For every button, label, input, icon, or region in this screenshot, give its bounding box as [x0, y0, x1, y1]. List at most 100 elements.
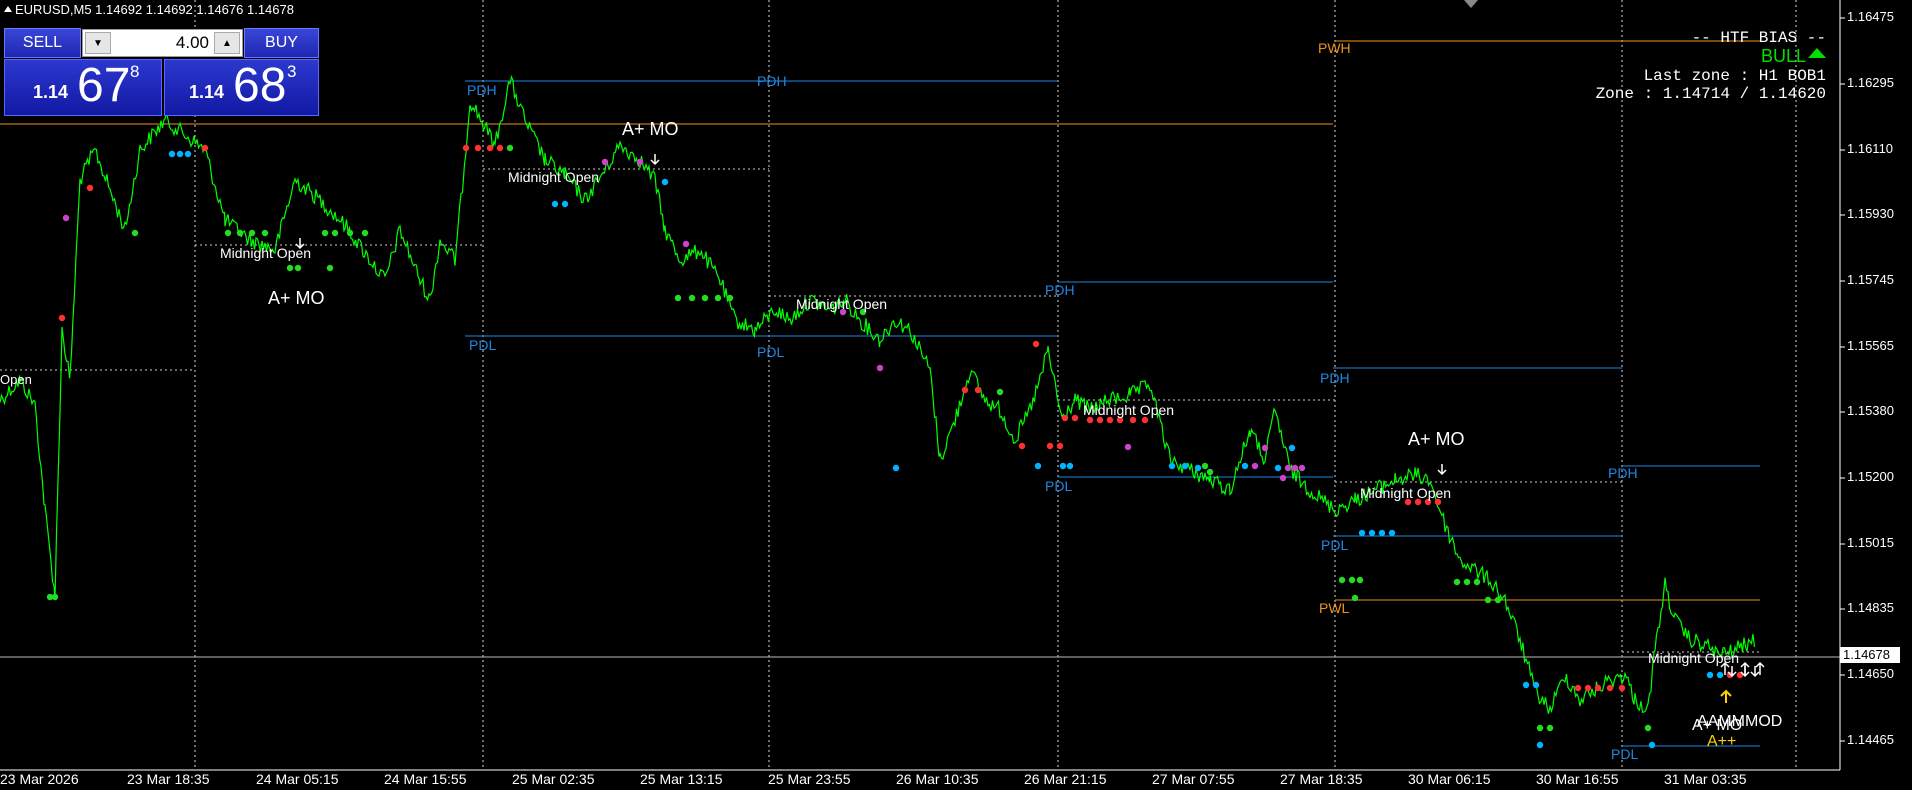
signal-dot	[714, 294, 722, 302]
signal-dot	[1532, 681, 1540, 689]
time-label: 27 Mar 07:55	[1152, 771, 1235, 787]
htf-bias-title: -- HTF BIAS --	[1691, 29, 1826, 47]
htf-last-zone: Last zone : H1 BOB1	[1643, 67, 1826, 85]
signal-dot	[996, 388, 1004, 396]
one-click-trading-panel: SELL ▼ ▲ BUY 1.14 67 8 1.14 68 3	[4, 28, 319, 118]
price-chart[interactable]	[0, 0, 1912, 790]
signal-dot	[361, 229, 369, 237]
pdl-label: PDL	[469, 337, 497, 353]
signal-dot	[1241, 462, 1249, 470]
signal-dot	[876, 364, 884, 372]
signal-dot	[1463, 578, 1471, 586]
signal-dot	[1594, 684, 1602, 692]
signal-dot	[974, 386, 982, 394]
signal-dot	[892, 464, 900, 472]
time-label: 25 Mar 13:15	[640, 771, 723, 787]
collapse-triangle-icon[interactable]	[4, 6, 12, 12]
signal-dot	[1291, 464, 1299, 472]
time-label: 25 Mar 02:35	[512, 771, 595, 787]
signal-dot	[1716, 671, 1724, 679]
signal-dot	[331, 229, 339, 237]
buy-quote-fraction: 3	[287, 62, 297, 81]
signal-dot	[1201, 462, 1209, 470]
sell-quote-button[interactable]: 1.14 67 8	[4, 59, 162, 116]
signal-dot	[1584, 684, 1592, 692]
signal-dot	[1071, 414, 1079, 422]
signal-dot	[294, 264, 302, 272]
signal-dot	[1284, 464, 1292, 472]
price-tick: 1.15015	[1847, 535, 1894, 550]
signal-dot	[326, 264, 334, 272]
pdl-label: PDL	[1045, 478, 1073, 494]
signal-dot	[176, 150, 184, 158]
chevron-down-icon: ▼	[93, 37, 103, 49]
a-plus-plus-label: A++	[1707, 733, 1737, 750]
signal-dot	[248, 229, 256, 237]
price-line	[0, 74, 1756, 714]
buy-quote-pips: 68	[233, 59, 287, 112]
pdl-label: PDL	[1611, 746, 1639, 762]
signal-dot	[1574, 684, 1582, 692]
signal-dot	[1338, 576, 1346, 584]
signal-dot	[46, 593, 54, 601]
signal-dot	[674, 294, 682, 302]
price-tick: 1.14650	[1847, 666, 1894, 681]
signal-dot	[346, 229, 354, 237]
signal-dots	[46, 144, 1765, 749]
signal-dot	[86, 184, 94, 192]
signal-dot	[1168, 462, 1176, 470]
price-tick: 1.15200	[1847, 469, 1894, 484]
lot-size-control: ▼ ▲	[82, 29, 243, 57]
signal-dot	[1358, 529, 1366, 537]
signal-dot	[1298, 464, 1306, 472]
lot-size-input[interactable]	[113, 32, 209, 54]
midnight-open-label: Midnight Open	[796, 296, 888, 312]
a-plus-plus-arrow-icon	[1720, 689, 1732, 703]
lot-increase-button[interactable]: ▲	[214, 32, 240, 54]
signal-dot	[1034, 462, 1042, 470]
signal-dot	[1274, 464, 1282, 472]
a-plus-mo-label: A+ MO	[1408, 429, 1465, 449]
signal-dot	[1261, 444, 1269, 452]
signal-dot	[62, 214, 70, 222]
a-plus-mo-label: A+ MO	[268, 288, 325, 308]
signal-dot	[1453, 578, 1461, 586]
signal-dot	[1356, 576, 1364, 584]
signal-dot	[1124, 443, 1132, 451]
signal-dot	[1194, 464, 1202, 472]
signal-dot	[1066, 462, 1074, 470]
price-tick: 1.15745	[1847, 272, 1894, 287]
htf-bias-value: BULL	[1760, 46, 1806, 66]
signal-dot	[184, 150, 192, 158]
signal-dot	[1061, 414, 1069, 422]
buy-button[interactable]: BUY	[244, 28, 319, 58]
price-tick: 1.16110	[1847, 141, 1894, 156]
signal-dot	[486, 144, 494, 152]
signal-dot	[321, 229, 329, 237]
midnight-open-label: Midnight Open	[1648, 650, 1740, 666]
time-label: 25 Mar 23:55	[768, 771, 851, 787]
pdl-label: PDL	[757, 344, 785, 360]
signal-dot	[474, 144, 482, 152]
signal-dot	[1251, 462, 1259, 470]
htf-bias-panel: -- HTF BIAS -- BULL Last zone : H1 BOB1 Zon…	[1596, 29, 1826, 103]
bull-arrow-icon	[1808, 48, 1826, 58]
lot-decrease-button[interactable]: ▼	[85, 32, 111, 54]
chevron-up-icon: ▲	[222, 37, 232, 49]
pdh-label: PDH	[1320, 370, 1350, 386]
signal-dot	[1018, 442, 1026, 450]
symbol-header: EURUSD,M5 1.14692 1.14692 1.14676 1.1467…	[4, 2, 294, 17]
buy-quote-button[interactable]: 1.14 68 3	[164, 59, 319, 116]
chart-shift-marker-icon[interactable]	[1464, 0, 1478, 8]
open-label: Open	[0, 372, 32, 387]
price-tick: 1.14835	[1847, 600, 1894, 615]
signal-dot	[1056, 442, 1064, 450]
midnight-open-label: Midnight Open	[1083, 402, 1175, 418]
sell-button[interactable]: SELL	[4, 28, 81, 58]
signal-dot	[1046, 442, 1054, 450]
signal-dot	[1546, 724, 1554, 732]
midnight-open-label: Midnight Open	[1360, 485, 1452, 501]
time-label: 30 Mar 16:55	[1536, 771, 1619, 787]
signal-dot	[688, 294, 696, 302]
signal-dot	[1648, 741, 1656, 749]
